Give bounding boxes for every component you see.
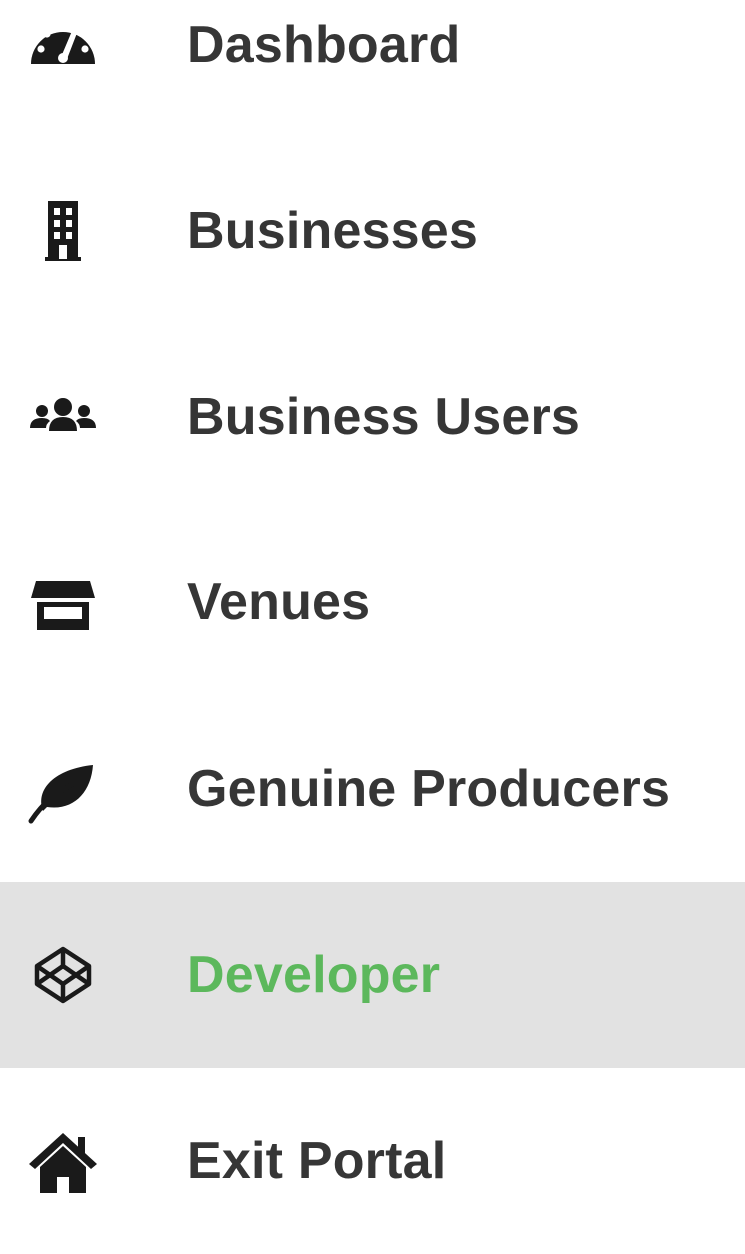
dashboard-gauge-icon — [25, 7, 101, 83]
sidebar-item-businesses[interactable]: Businesses — [0, 138, 745, 324]
sidebar-nav: Dashboard Businesses Business Users Venu… — [0, 0, 745, 1193]
sidebar-item-label: Businesses — [187, 202, 479, 260]
sidebar-item-genuine-producers[interactable]: Genuine Producers — [0, 696, 745, 882]
store-icon — [25, 564, 101, 640]
codepen-icon — [25, 937, 101, 1013]
sidebar-item-exit-portal[interactable]: Exit Portal — [0, 1068, 745, 1254]
building-icon — [25, 193, 101, 269]
sidebar-item-developer[interactable]: Developer — [0, 882, 745, 1068]
sidebar-item-business-users[interactable]: Business Users — [0, 324, 745, 510]
sidebar-item-label: Exit Portal — [187, 1132, 447, 1190]
sidebar-item-dashboard[interactable]: Dashboard — [0, 0, 745, 138]
sidebar-item-label: Developer — [187, 946, 441, 1004]
sidebar-item-label: Venues — [187, 573, 371, 631]
users-icon — [25, 379, 101, 455]
leaf-icon — [25, 751, 101, 827]
sidebar-item-label: Dashboard — [187, 16, 461, 74]
sidebar-item-venues[interactable]: Venues — [0, 509, 745, 695]
sidebar-item-label: Business Users — [187, 388, 581, 446]
sidebar-item-label: Genuine Producers — [187, 760, 671, 818]
